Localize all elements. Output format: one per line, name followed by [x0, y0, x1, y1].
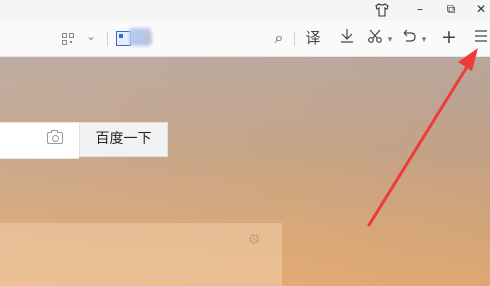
- settings-gear-icon[interactable]: ⚙: [247, 233, 261, 247]
- undo-button[interactable]: [400, 28, 418, 48]
- download-icon: [341, 29, 353, 43]
- download-button[interactable]: [337, 28, 357, 48]
- skin-icon[interactable]: [371, 0, 393, 20]
- title-bar: – ⧉ ✕: [0, 0, 490, 20]
- screenshot-dropdown-icon[interactable]: ▾: [386, 30, 394, 50]
- qr-dropdown-icon[interactable]: ⌄: [84, 26, 98, 46]
- hamburger-menu-icon: [475, 30, 487, 42]
- restore-button[interactable]: ⧉: [440, 0, 462, 20]
- minimize-button[interactable]: –: [409, 0, 431, 20]
- search-icon[interactable]: ⌕: [271, 28, 287, 48]
- close-button[interactable]: ✕: [470, 0, 490, 20]
- undo-dropdown-icon[interactable]: ▾: [420, 30, 428, 50]
- screenshot-button[interactable]: [366, 28, 384, 48]
- tshirt-icon: [375, 3, 389, 17]
- toolbar-divider: [107, 32, 108, 46]
- translate-button[interactable]: 译: [304, 28, 322, 48]
- qr-code-glyph: [62, 33, 74, 45]
- toolbar-divider: [294, 32, 295, 46]
- baidu-search-button[interactable]: 百度一下: [79, 122, 168, 157]
- scissors-icon: [368, 29, 382, 43]
- undo-icon: [403, 29, 416, 42]
- qr-code-icon[interactable]: [61, 30, 75, 45]
- menu-button[interactable]: [472, 28, 490, 48]
- new-tab-button[interactable]: +: [440, 27, 458, 47]
- search-input[interactable]: [0, 122, 79, 159]
- camera-icon[interactable]: [47, 130, 63, 144]
- content-panel: [0, 223, 282, 286]
- blurred-page-title: ...设: [132, 32, 154, 45]
